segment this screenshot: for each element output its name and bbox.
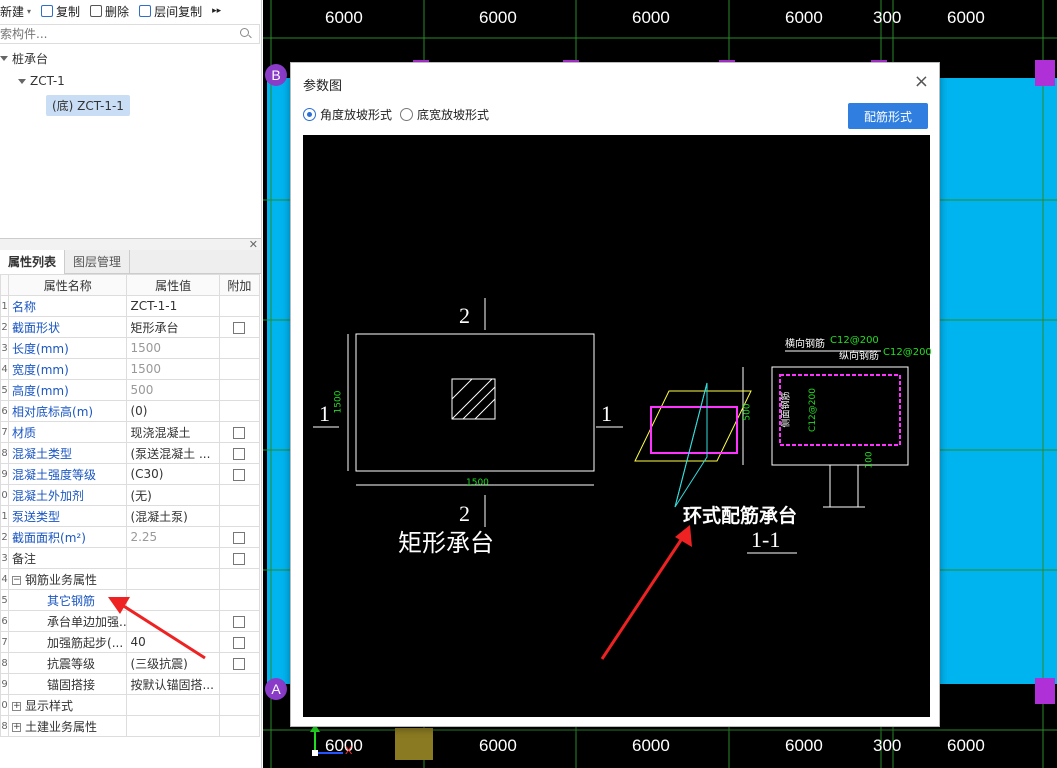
dim-500-text: 500	[742, 403, 753, 421]
radio-checked-icon[interactable]	[303, 108, 316, 121]
grid-dim-top: 6000	[325, 8, 363, 27]
grid-dim-top: 6000	[785, 8, 823, 27]
sketch-cyan-edge	[674, 382, 708, 508]
selection-marker	[395, 728, 433, 760]
grid-dim-top: 6000	[479, 8, 517, 27]
side-rebar-label: 侧面钢筋	[781, 391, 792, 428]
grid-dim-bottom: 300	[873, 736, 902, 755]
rebar-form-button[interactable]: 配筋形式	[848, 103, 928, 129]
right-section-label: 1-1	[751, 527, 781, 552]
radio-angle-slope[interactable]: 角度放坡形式	[303, 106, 392, 123]
ucs-origin	[312, 750, 318, 756]
section-label-right: 1	[601, 401, 612, 426]
side-rebar-spec: C12@200	[807, 388, 818, 432]
section-label-left: 1	[319, 401, 330, 426]
v-rebar-spec: C12@200	[883, 347, 932, 358]
cap-plan-outline	[355, 333, 595, 472]
h-rebar-spec: C12@200	[830, 335, 879, 346]
dim-text-bottom: 1500	[466, 478, 489, 488]
sketch-yellow	[634, 390, 752, 462]
grid-dim-top: 6000	[947, 8, 985, 27]
annotation-arrow-left	[108, 597, 206, 660]
section-outline	[771, 366, 909, 466]
red-arrow-head	[108, 597, 130, 614]
left-panel: 新建 ▾ 复制 删除 层间复制 ▸▸ 桩承台 ZCT-1 (底) ZC	[0, 0, 262, 768]
right-diagram-title: 环式配筋承台	[683, 506, 798, 527]
pile-hatch	[451, 378, 496, 420]
radio-width-slope[interactable]: 底宽放坡形式	[400, 106, 489, 123]
red-arrow-shaft	[600, 536, 685, 660]
parameter-diagram: 2 2 1 1 1500 1500 矩形承台 环式配筋承台 1-1 横向钢筋 C…	[303, 135, 932, 717]
red-arrow-shaft	[121, 603, 206, 660]
grid-dim-bottom: 6000	[479, 736, 517, 755]
radio-unchecked-icon[interactable]	[400, 108, 413, 121]
axis-label-b: B	[265, 64, 287, 86]
dim-100-text: 100	[864, 451, 875, 469]
grid-dim-bottom: 6000	[632, 736, 670, 755]
grid-dim-bottom: 6000	[785, 736, 823, 755]
ucs-x-label: X	[345, 745, 353, 757]
dim-text-left: 1500	[333, 390, 344, 414]
section-label-top: 2	[459, 303, 470, 328]
grid-dim-bottom: 6000	[325, 736, 363, 755]
grid-dim-top: 300	[873, 8, 902, 27]
ring-rebar	[779, 374, 901, 446]
radio-label: 角度放坡形式	[320, 108, 393, 122]
axis-label-a: A	[265, 678, 287, 700]
v-rebar-label: 纵向钢筋	[839, 351, 879, 362]
close-icon[interactable]: ×	[914, 71, 929, 92]
left-diagram-title: 矩形承台	[398, 531, 494, 557]
cap-diagram-svg	[313, 298, 909, 660]
grid-dim-bottom: 6000	[947, 736, 985, 755]
dialog-title: 参数图	[303, 79, 343, 94]
radio-label: 底宽放坡形式	[417, 108, 490, 122]
h-rebar-label: 横向钢筋	[785, 339, 825, 350]
parameter-dialog: 参数图 × 角度放坡形式 底宽放坡形式 配筋形式 2 2 1 1 1500 15…	[290, 62, 940, 727]
grid-dim-top: 6000	[632, 8, 670, 27]
